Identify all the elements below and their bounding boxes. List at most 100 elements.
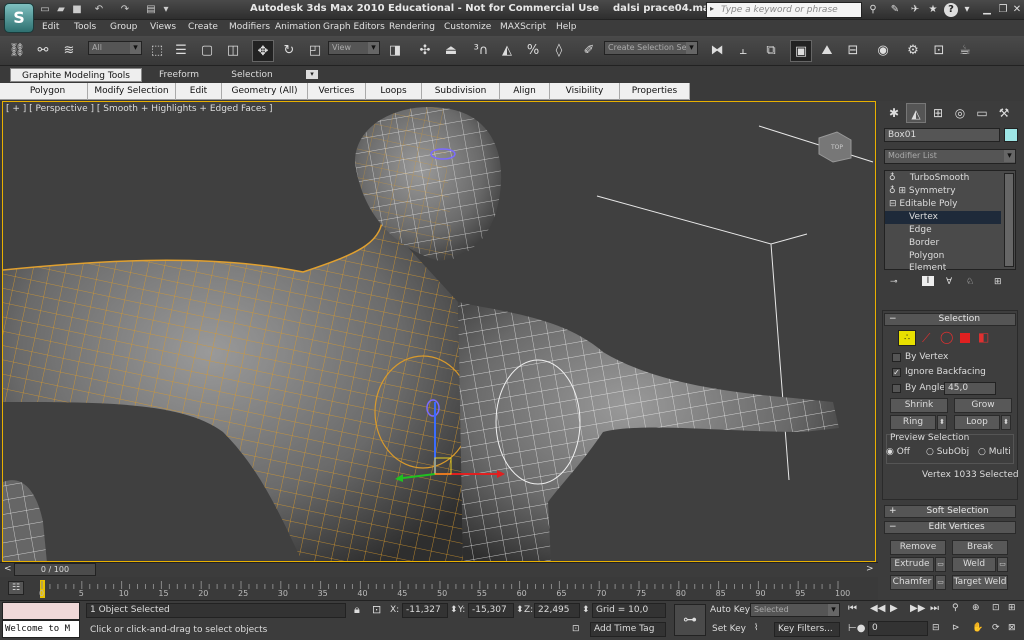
perspective-viewport[interactable]: TOP <box>2 101 876 562</box>
tab-graphite-modeling-tools[interactable]: Graphite Modeling Tools <box>10 68 142 82</box>
loop-spinner-icon[interactable]: ⬍ <box>1001 415 1011 430</box>
play-icon[interactable]: ▶ <box>890 603 898 614</box>
object-color-swatch[interactable] <box>1004 128 1018 142</box>
y-coordinate-field[interactable]: -15,307 <box>468 603 514 618</box>
menu-tools[interactable]: Tools <box>74 22 96 32</box>
angle-snap-icon[interactable]: ◭ <box>496 40 518 62</box>
redo-icon[interactable]: ↷ <box>118 2 132 17</box>
menu-graph-editors[interactable]: Graph Editors <box>323 22 385 32</box>
binoculars-icon[interactable]: ⚲ <box>866 3 880 17</box>
time-next-icon[interactable]: > <box>866 564 874 574</box>
selection-lock-icon[interactable]: 🔒︎ <box>354 603 360 617</box>
extrude-settings-icon[interactable]: ▭ <box>935 557 946 572</box>
reference-coordinate-dropdown[interactable]: View <box>328 41 380 55</box>
panel-properties[interactable]: Properties <box>620 83 690 100</box>
display-tab-icon[interactable]: ▭ <box>972 103 992 123</box>
x-coordinate-field[interactable]: -11,327 <box>402 603 448 618</box>
field-of-view-icon[interactable]: ⊳ <box>952 623 960 633</box>
border-mode-icon[interactable]: ◯ <box>940 330 953 344</box>
lightbulb-icon[interactable]: ♁ <box>889 186 896 196</box>
create-tab-icon[interactable]: ✱ <box>884 103 904 123</box>
weld-button[interactable]: Weld <box>952 557 996 572</box>
grow-button[interactable]: Grow <box>954 398 1012 413</box>
menu-edit[interactable]: Edit <box>42 22 59 32</box>
configure-sets-icon[interactable]: ⊞ <box>994 277 1002 287</box>
menu-create[interactable]: Create <box>188 22 218 32</box>
element-mode-icon[interactable]: ◧ <box>978 330 989 344</box>
ignore-backfacing-checkbox[interactable]: ✓ <box>892 368 901 377</box>
chamfer-settings-icon[interactable]: ▭ <box>935 575 946 590</box>
ring-button[interactable]: Ring <box>890 415 936 430</box>
spinner-snap-icon[interactable]: ◊ <box>548 40 570 62</box>
hierarchy-tab-icon[interactable]: ⊞ <box>928 103 948 123</box>
body-mesh-selected[interactable] <box>3 211 472 562</box>
minimize-icon[interactable]: ▁ <box>980 3 994 17</box>
collapse-minus-icon[interactable]: ⊟ <box>889 199 897 209</box>
quick-access-dropdown-icon[interactable]: ▾ <box>160 2 172 17</box>
zoom-all-icon[interactable]: ⊕ <box>972 603 980 613</box>
current-frame-field[interactable]: 0 <box>868 621 928 636</box>
layer-manager-icon[interactable]: ⧉ <box>760 40 782 62</box>
key-filter-icon[interactable]: ⌇ <box>754 623 758 633</box>
align-icon[interactable]: ⫠ <box>732 40 754 62</box>
panel-visibility[interactable]: Visibility <box>550 83 620 100</box>
maxscript-listener-top[interactable] <box>2 602 80 620</box>
modify-tab-icon[interactable]: ◭ <box>906 103 926 123</box>
remove-button[interactable]: Remove <box>890 540 946 555</box>
set-key-button[interactable]: Set Key <box>712 624 746 634</box>
y-spinner-icon[interactable]: ⬍ <box>516 605 524 615</box>
named-selection-set-dropdown[interactable]: Create Selection Se <box>604 41 698 55</box>
restore-icon[interactable]: ❐ <box>996 3 1010 17</box>
selection-rollout-header[interactable]: − Selection <box>884 313 1016 326</box>
absolute-mode-icon[interactable]: ⊡ <box>372 603 381 616</box>
menu-group[interactable]: Group <box>110 22 137 32</box>
stack-item-vertex[interactable]: Vertex <box>885 211 1001 224</box>
maximize-viewport-icon[interactable]: ⊠ <box>1008 623 1016 633</box>
x-spinner-icon[interactable]: ⬍ <box>450 605 458 615</box>
chamfer-button[interactable]: Chamfer <box>890 575 934 590</box>
stack-item-border[interactable]: Border <box>909 237 939 250</box>
panel-vertices[interactable]: Vertices <box>308 83 366 100</box>
menu-maxscript[interactable]: MAXScript <box>500 22 546 32</box>
z-spinner-icon[interactable]: ⬍ <box>582 605 590 615</box>
percent-snap-icon[interactable]: % <box>522 40 544 62</box>
stack-item-element[interactable]: Element <box>909 262 946 270</box>
by-vertex-checkbox[interactable] <box>892 353 901 362</box>
add-time-tag-button[interactable]: Add Time Tag <box>590 622 666 637</box>
shrink-button[interactable]: Shrink <box>890 398 948 413</box>
vertex-mode-icon[interactable]: ∴ <box>898 330 916 346</box>
maxscript-listener-bottom[interactable]: Welcome to M <box>2 620 80 638</box>
material-editor-icon[interactable]: ◉ <box>872 40 894 62</box>
unlink-selection-icon[interactable]: ⚯ <box>32 40 54 62</box>
mirror-icon[interactable]: ⧓ <box>706 40 728 62</box>
expand-plus-icon[interactable]: ⊞ <box>898 186 906 196</box>
selection-filter-dropdown[interactable]: All <box>88 41 142 55</box>
go-to-end-icon[interactable]: ⏭ <box>930 603 939 614</box>
help-dropdown-icon[interactable]: ▾ <box>960 3 974 17</box>
render-production-icon[interactable]: ☕ <box>954 40 976 62</box>
subscription-icon[interactable]: ✎ <box>888 3 902 17</box>
bind-to-space-warp-icon[interactable]: ≋ <box>58 40 80 62</box>
panel-geometry-all[interactable]: Geometry (All) <box>222 83 308 100</box>
window-crossing-icon[interactable]: ◫ <box>222 40 244 62</box>
save-file-icon[interactable]: ■ <box>70 2 84 17</box>
go-to-start-icon[interactable]: ⏮ <box>848 603 857 614</box>
time-slider-thumb[interactable]: 0 / 100 <box>14 563 96 576</box>
select-object-icon[interactable]: ⬚ <box>146 40 168 62</box>
mini-curve-editor-icon[interactable]: ☷ <box>8 581 24 595</box>
schematic-view-icon[interactable]: ⊟ <box>842 40 864 62</box>
target-weld-button[interactable]: Target Weld <box>952 575 1008 590</box>
graphite-toggle-icon[interactable]: ▣ <box>790 40 812 62</box>
menu-modifiers[interactable]: Modifiers <box>229 22 270 32</box>
stack-item-editable-poly[interactable]: ⊟ Editable Poly <box>889 198 957 211</box>
menu-views[interactable]: Views <box>150 22 176 32</box>
pin-stack-icon[interactable]: ⊸ <box>890 277 898 287</box>
z-coordinate-field[interactable]: 22,495 <box>534 603 580 618</box>
pan-icon[interactable]: ✋ <box>972 623 983 633</box>
break-button[interactable]: Break <box>952 540 1008 555</box>
edit-vertices-rollout-header[interactable]: − Edit Vertices <box>884 521 1016 534</box>
help-icon[interactable]: ? <box>944 3 958 17</box>
select-and-manipulate-icon[interactable]: ✣ <box>414 40 436 62</box>
favorites-star-icon[interactable]: ★ <box>926 3 940 17</box>
zoom-icon[interactable]: ⚲ <box>952 603 959 613</box>
